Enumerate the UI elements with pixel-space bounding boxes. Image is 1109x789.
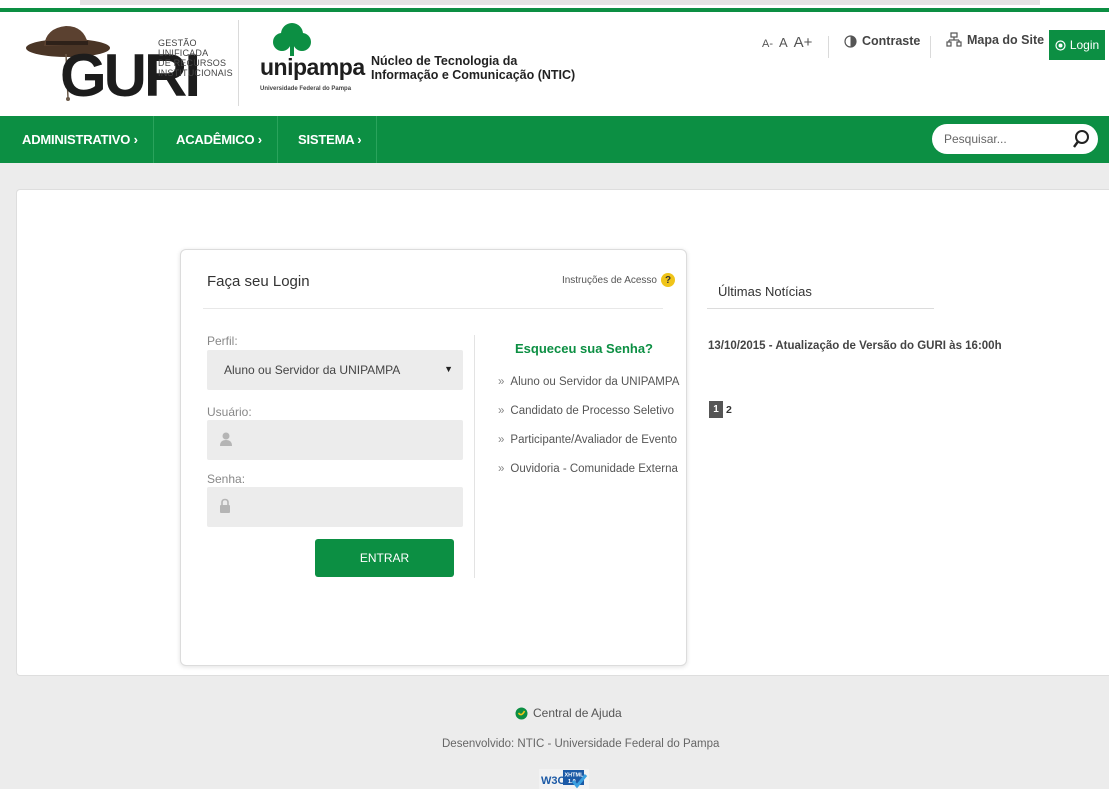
- nav-item-administrativo[interactable]: ADMINISTRATIVO ›: [22, 116, 138, 163]
- font-increase-button[interactable]: A+: [794, 34, 813, 51]
- unipampa-subtitle: Universidade Federal do Pampa: [260, 86, 352, 92]
- login-button[interactable]: Login: [1049, 30, 1105, 60]
- help-center-label: Central de Ajuda: [533, 706, 622, 720]
- lock-icon: [220, 498, 230, 513]
- perfil-label: Perfil:: [207, 334, 238, 348]
- entrar-button[interactable]: ENTRAR: [315, 539, 454, 577]
- help-question-icon: ?: [661, 273, 675, 287]
- search-icon[interactable]: [1072, 129, 1090, 149]
- card-vertical-divider: [474, 335, 475, 578]
- forgot-password-list: » Aluno ou Servidor da UNIPAMPA » Candidat…: [498, 376, 679, 492]
- toolbar-divider: [930, 36, 931, 58]
- nav-divider: [153, 116, 154, 163]
- font-decrease-button[interactable]: A-: [762, 38, 773, 50]
- login-card: Faça seu Login Instruções de Acesso ? Pe…: [180, 249, 687, 666]
- perfil-selected-value: Aluno ou Servidor da UNIPAMPA: [224, 363, 401, 377]
- guri-logo[interactable]: GURI: [22, 22, 201, 112]
- access-instructions-label: Instruções de Acesso: [561, 274, 657, 286]
- contrast-button[interactable]: Contraste: [844, 34, 920, 48]
- nav-divider: [376, 116, 377, 163]
- forgot-password-title: Esqueceu sua Senha?: [515, 341, 653, 356]
- sitemap-link[interactable]: Mapa do Site: [946, 32, 1044, 48]
- forgot-link-participante[interactable]: » Participante/Avaliador de Evento: [498, 434, 679, 463]
- forgot-link-candidato[interactable]: » Candidato de Processo Seletivo: [498, 405, 679, 434]
- help-center-icon: [515, 707, 528, 719]
- svg-text:W3C: W3C: [541, 775, 566, 787]
- news-item[interactable]: 13/10/2015 - Atualização de Versão do GU…: [708, 340, 1002, 352]
- help-center-link[interactable]: Central de Ajuda: [515, 706, 622, 720]
- page-1-button[interactable]: 1: [709, 401, 723, 418]
- site-header: GURI GESTÃO UNIFICADA DE RECURSOS INSTIT…: [0, 12, 1109, 116]
- nav-divider: [277, 116, 278, 163]
- main-nav: ADMINISTRATIVO › ACADÊMICO › SISTEMA ›: [0, 116, 1109, 163]
- svg-text:XHTML: XHTML: [565, 773, 585, 779]
- ntic-title: Núcleo de Tecnologia da Informação e Com…: [371, 54, 576, 82]
- usuario-field: [207, 420, 463, 460]
- login-label: Login: [1069, 38, 1100, 52]
- developer-credit: Desenvolvido: NTIC - Universidade Federa…: [442, 738, 720, 750]
- senha-label: Senha:: [207, 472, 246, 486]
- search-box: [932, 124, 1098, 154]
- tree-icon: [273, 23, 311, 56]
- perfil-select[interactable]: Aluno ou Servidor da UNIPAMPA ▼: [207, 350, 463, 390]
- w3c-xhtml-badge-icon[interactable]: W3C XHTML 1.0: [539, 767, 589, 789]
- news-divider: [707, 308, 934, 309]
- contrast-label: Contraste: [862, 34, 921, 48]
- dropdown-arrow-icon: ▼: [444, 364, 453, 374]
- header-divider: [238, 20, 239, 106]
- access-instructions-link[interactable]: Instruções de Acesso ?: [562, 273, 675, 287]
- unipampa-logo[interactable]: unipampa Universidade Federal do Pampa: [258, 22, 368, 106]
- unipampa-wordmark: unipampa: [260, 54, 365, 80]
- sitemap-icon: [946, 32, 962, 47]
- login-title: Faça seu Login: [207, 273, 310, 290]
- usuario-label: Usuário:: [207, 405, 252, 419]
- power-icon: [1055, 39, 1066, 51]
- card-divider: [203, 308, 663, 309]
- senha-field: [207, 487, 463, 527]
- news-pagination: 1 2: [709, 401, 732, 418]
- nav-item-academico[interactable]: ACADÊMICO ›: [176, 116, 262, 163]
- usuario-input[interactable]: [243, 430, 443, 450]
- guri-subtitle: GESTÃO UNIFICADA DE RECURSOS INSTITUCION…: [158, 38, 233, 78]
- contrast-icon: [844, 34, 857, 48]
- user-icon: [220, 432, 232, 446]
- font-normal-button[interactable]: A: [779, 35, 788, 50]
- toolbar-divider: [828, 36, 829, 58]
- forgot-link-aluno[interactable]: » Aluno ou Servidor da UNIPAMPA: [498, 376, 679, 405]
- nav-item-sistema[interactable]: SISTEMA ›: [298, 116, 362, 163]
- forgot-link-ouvidoria[interactable]: » Ouvidoria - Comunidade Externa: [498, 463, 679, 492]
- page-2-button[interactable]: 2: [726, 404, 732, 416]
- sitemap-label: Mapa do Site: [967, 33, 1045, 47]
- font-size-controls: A- A A+: [762, 34, 812, 51]
- senha-input[interactable]: [243, 497, 443, 517]
- search-input[interactable]: [944, 130, 1062, 148]
- news-title: Últimas Notícias: [718, 284, 812, 299]
